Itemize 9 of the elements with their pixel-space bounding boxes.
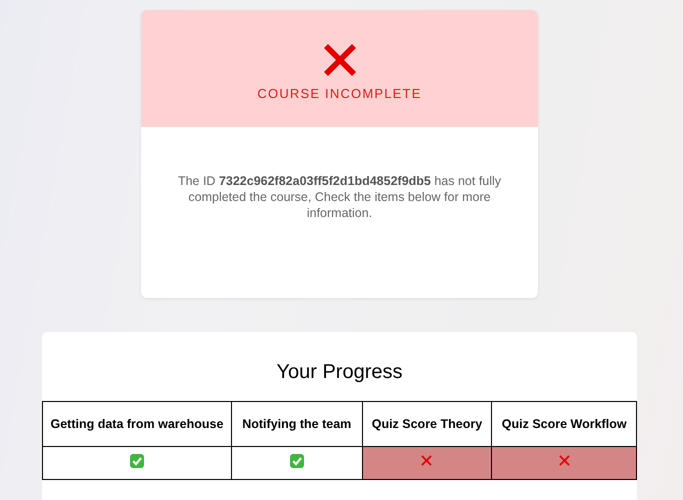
check-icon xyxy=(130,454,144,468)
check-icon xyxy=(290,454,304,468)
progress-title: Your Progress xyxy=(276,360,404,385)
column-header: Getting data from warehouse xyxy=(42,402,232,446)
cross-icon xyxy=(420,454,434,467)
column-header: Notifying the team xyxy=(231,402,362,446)
cross-icon xyxy=(558,454,571,467)
status-message: The ID 7322c962f82a03ff5f2d1bd4852f9db5 has not fully completed the course, Check the items below for more information. xyxy=(176,173,502,221)
status-title: COURSE INCOMPLETE xyxy=(257,86,422,101)
